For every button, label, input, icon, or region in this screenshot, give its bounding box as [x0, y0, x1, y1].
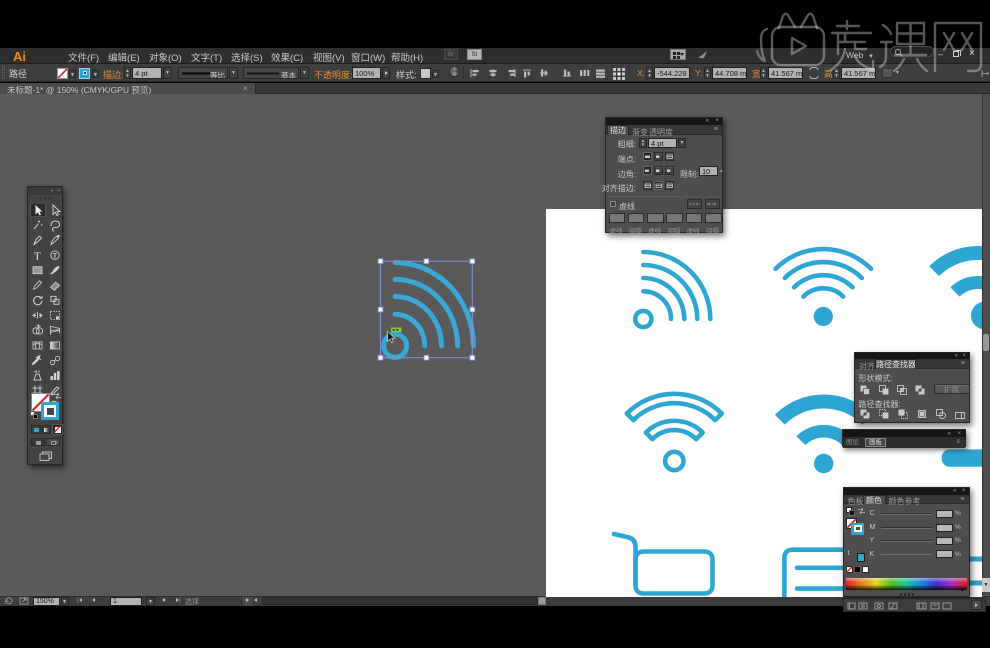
svg-text:T: T	[34, 251, 41, 263]
